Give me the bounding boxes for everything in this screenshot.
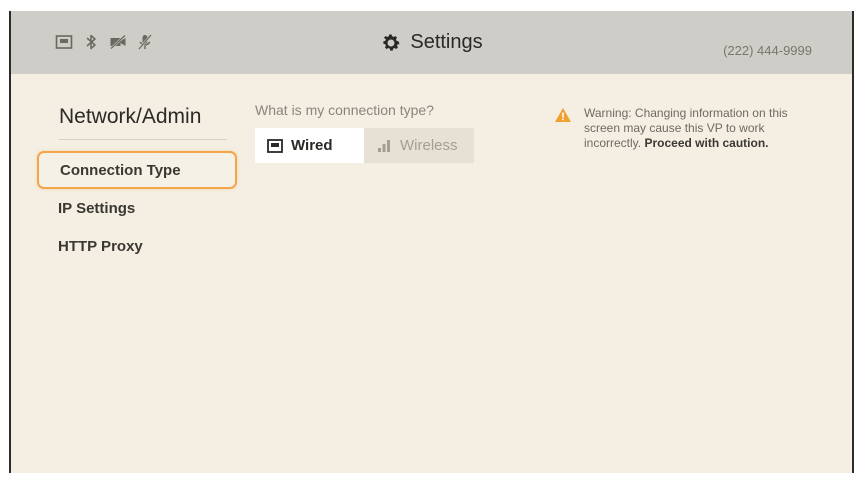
signal-bars-icon <box>376 139 392 153</box>
phone-number: (222) 444-9999 <box>723 43 812 58</box>
sidebar-item-connection-type[interactable]: Connection Type <box>37 151 237 189</box>
gear-icon <box>380 32 402 54</box>
warning-text: Warning: Changing information on this sc… <box>584 106 824 151</box>
settings-screen: Settings (222) 444-9999 Network/Admin Co… <box>9 11 854 473</box>
wireless-option[interactable]: Wireless <box>364 128 474 163</box>
ethernet-icon <box>267 138 283 153</box>
sidebar-divider <box>59 139 227 140</box>
sidebar-menu: Connection Type IP Settings HTTP Proxy <box>37 151 237 265</box>
connection-type-toggle: Wired Wireless <box>255 128 474 163</box>
warning-icon <box>554 106 572 151</box>
sidebar-item-label: IP Settings <box>58 199 136 217</box>
warning-emphasis: Proceed with caution. <box>644 136 769 150</box>
top-bar: Settings (222) 444-9999 <box>11 11 852 74</box>
warning-notice: Warning: Changing information on this sc… <box>554 106 824 151</box>
wired-option[interactable]: Wired <box>255 128 364 163</box>
wireless-label: Wireless <box>400 137 458 154</box>
sidebar-item-http-proxy[interactable]: HTTP Proxy <box>37 227 237 265</box>
sidebar-item-label: Connection Type <box>60 161 181 179</box>
sidebar-item-ip-settings[interactable]: IP Settings <box>37 189 237 227</box>
page-title: Settings <box>410 31 483 53</box>
wired-label: Wired <box>291 137 333 154</box>
sidebar-item-label: HTTP Proxy <box>58 237 143 255</box>
connection-type-question: What is my connection type? <box>255 102 434 118</box>
sidebar-title: Network/Admin <box>59 105 202 128</box>
